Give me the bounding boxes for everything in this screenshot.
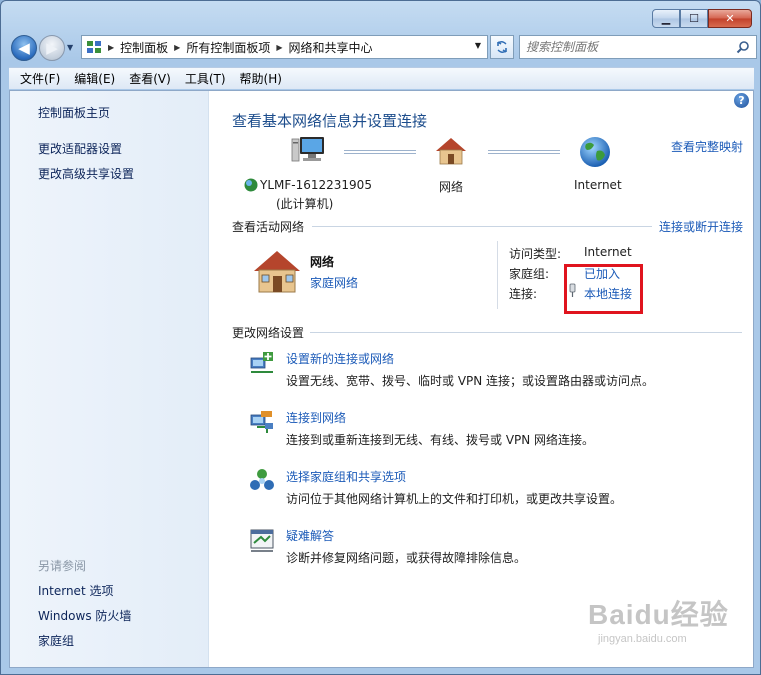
new-connection-icon <box>250 352 273 373</box>
troubleshoot-icon <box>250 529 274 552</box>
baidu-watermark: Baidu经验 jingyan.baidu.com <box>588 593 729 645</box>
network-status-icon <box>244 178 258 192</box>
address-dropdown-icon[interactable]: ▼ <box>475 41 481 50</box>
task-title-link[interactable]: 选择家庭组和共享选项 <box>286 468 406 485</box>
menu-tools[interactable]: 工具(T) <box>178 70 233 87</box>
page-title: 查看基本网络信息并设置连接 <box>232 112 428 130</box>
navigation-row: ◀ ▶ ▼ ▶ 控制面板 ▶ 所有控制面板项 ▶ 网络和共享中心 ▼ <box>9 34 757 62</box>
sidebar-link-advanced-sharing[interactable]: 更改高级共享设置 <box>38 165 134 182</box>
sidebar-link-internet-options[interactable]: Internet 选项 <box>38 582 113 599</box>
refresh-icon <box>497 41 507 53</box>
breadcrumb-all-items[interactable]: 所有控制面板项 <box>186 39 270 56</box>
change-settings-heading: 更改网络设置 <box>232 326 305 340</box>
close-button[interactable]: ✕ <box>708 9 752 28</box>
network-map-label: 网络 <box>439 180 464 194</box>
task-title-link[interactable]: 连接到网络 <box>286 409 346 426</box>
task-title-link[interactable]: 设置新的连接或网络 <box>286 350 394 367</box>
watermark-brand: Baidu经验 <box>588 599 729 630</box>
sidebar: 控制面板主页 更改适配器设置 更改高级共享设置 另请参阅 Internet 选项… <box>10 91 209 667</box>
search-box[interactable] <box>519 35 757 59</box>
search-input[interactable] <box>526 40 726 54</box>
back-button[interactable]: ◀ <box>11 35 37 61</box>
home-network-icon <box>254 251 300 293</box>
window: ▁ ☐ ✕ ◀ ▶ ▼ ▶ 控制面板 ▶ 所有控制面板项 ▶ 网络和共享中心 ▼ <box>0 0 761 675</box>
vertical-divider <box>497 241 498 309</box>
section-divider <box>312 226 652 227</box>
sidebar-link-firewall[interactable]: Windows 防火墙 <box>38 607 131 624</box>
task-title-link[interactable]: 疑难解答 <box>286 527 334 544</box>
homegroup-label: 家庭组: <box>509 267 550 281</box>
content-area: 控制面板主页 更改适配器设置 更改高级共享设置 另请参阅 Internet 选项… <box>9 90 754 668</box>
connect-network-icon <box>250 411 273 433</box>
menu-view[interactable]: 查看(V) <box>122 70 178 87</box>
menu-help[interactable]: 帮助(H) <box>233 70 289 87</box>
full-map-link[interactable]: 查看完整映射 <box>671 138 743 155</box>
breadcrumb-separator-icon: ▶ <box>108 42 115 52</box>
computer-icon <box>291 137 324 162</box>
task-description: 诊断并修复网络问题，或获得故障排除信息。 <box>286 551 527 565</box>
task-description: 访问位于其他网络计算机上的文件和打印机，或更改共享设置。 <box>286 492 623 506</box>
internet-globe-icon <box>580 137 610 167</box>
access-type-value: Internet <box>584 245 632 259</box>
help-icon[interactable]: ? <box>734 93 749 108</box>
control-panel-icon <box>86 39 102 55</box>
caption-buttons: ▁ ☐ ✕ <box>652 9 752 28</box>
homegroup-icon <box>250 469 274 490</box>
sidebar-link-home[interactable]: 控制面板主页 <box>38 104 110 121</box>
maximize-button[interactable]: ☐ <box>680 9 708 28</box>
map-connector-line <box>344 150 416 154</box>
computer-sub-label: (此计算机) <box>276 197 334 211</box>
internet-map-label: Internet <box>574 178 622 192</box>
breadcrumb-network-center[interactable]: 网络和共享中心 <box>289 39 373 56</box>
sidebar-link-adapter-settings[interactable]: 更改适配器设置 <box>38 140 122 157</box>
menu-bar: 文件(F) 编辑(E) 查看(V) 工具(T) 帮助(H) <box>9 67 754 89</box>
menu-file[interactable]: 文件(F) <box>13 70 67 87</box>
forward-button[interactable]: ▶ <box>39 35 65 61</box>
main-panel: ? 查看基本网络信息并设置连接 查看完整映射 YLMF-1612231905 (… <box>210 91 753 667</box>
task-description: 连接到或重新连接到无线、有线、拨号或 VPN 网络连接。 <box>286 433 595 447</box>
active-networks-heading: 查看活动网络 <box>232 220 305 234</box>
access-type-label: 访问类型: <box>509 247 562 261</box>
active-network-name: 网络 <box>310 255 335 269</box>
address-bar[interactable]: ▶ 控制面板 ▶ 所有控制面板项 ▶ 网络和共享中心 ▼ <box>81 35 488 59</box>
recent-pages-chevron-icon[interactable]: ▼ <box>67 43 73 52</box>
highlight-annotation <box>564 264 643 314</box>
menu-edit[interactable]: 编辑(E) <box>67 70 122 87</box>
network-type-link[interactable]: 家庭网络 <box>310 274 358 291</box>
breadcrumb-separator-icon: ▶ <box>276 42 283 52</box>
network-house-icon <box>436 138 466 165</box>
breadcrumb-control-panel[interactable]: 控制面板 <box>120 39 168 56</box>
breadcrumb-separator-icon: ▶ <box>174 42 181 52</box>
minimize-button[interactable]: ▁ <box>652 9 680 28</box>
search-icon[interactable] <box>736 40 750 57</box>
section-divider <box>310 332 742 333</box>
see-also-heading: 另请参阅 <box>38 559 87 573</box>
task-description: 设置无线、宽带、拨号、临时或 VPN 连接；或设置路由器或访问点。 <box>286 374 655 388</box>
refresh-button[interactable] <box>490 35 514 59</box>
connect-disconnect-link[interactable]: 连接或断开连接 <box>659 218 743 235</box>
sidebar-link-homegroup[interactable]: 家庭组 <box>38 632 74 649</box>
map-connector-line <box>488 150 560 154</box>
computer-name: YLMF-1612231905 <box>260 178 372 192</box>
connection-label: 连接: <box>509 287 538 301</box>
watermark-url: jingyan.baidu.com <box>598 633 687 645</box>
